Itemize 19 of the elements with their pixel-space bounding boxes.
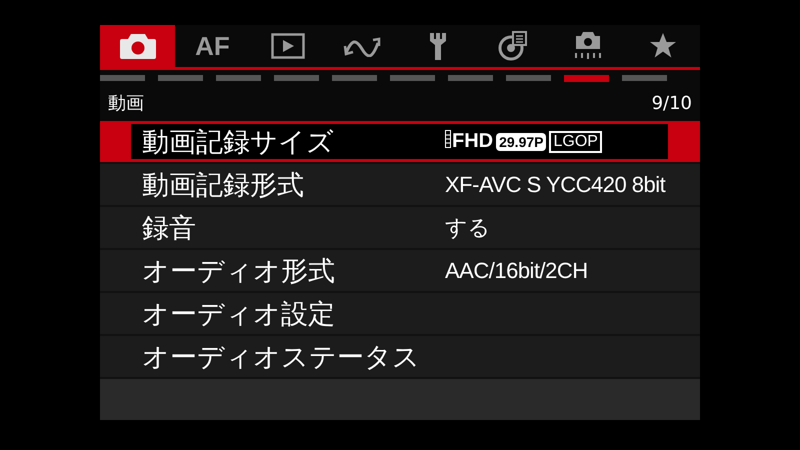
star-icon <box>648 32 676 60</box>
film-icon <box>445 130 451 148</box>
compression-badge: LGOP <box>549 130 602 152</box>
dial-list-icon <box>498 31 528 61</box>
menu-item[interactable]: 動画記録形式 XF-AVC S YCC420 8bit <box>100 164 700 207</box>
camera-icon <box>118 32 156 60</box>
menu-tab[interactable]: AF <box>175 25 250 67</box>
section-title: 動画 <box>108 92 144 115</box>
play-icon <box>270 33 304 59</box>
frame-rate-badge: 29.97P <box>496 132 546 150</box>
menu-item[interactable]: 録音 する <box>100 207 700 250</box>
resolution-label: FHD <box>452 130 494 153</box>
menu-tab[interactable] <box>100 25 175 67</box>
menu-item[interactable]: オーディオステータス <box>100 336 700 379</box>
wave-arrows-icon <box>342 35 382 57</box>
menu-item[interactable]: オーディオ形式 AAC/16bit/2CH <box>100 250 700 293</box>
menu-item[interactable]: オーディオ設定 <box>100 293 700 336</box>
menu-item[interactable]: 動画記録サイズ FHD 29.97P LGOP <box>100 121 700 164</box>
page-number: 9/10 <box>652 92 692 114</box>
